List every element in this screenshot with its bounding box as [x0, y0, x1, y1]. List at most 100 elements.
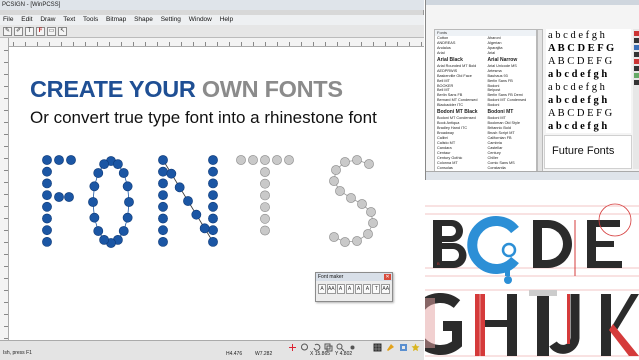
font-maker-button[interactable]: A — [318, 284, 326, 294]
stone-t — [260, 167, 270, 177]
ruler-tick — [349, 42, 350, 46]
tool-icon[interactable] — [634, 59, 639, 64]
menu-bitmap[interactable]: Bitmap — [103, 15, 129, 25]
ruler-tick — [4, 194, 8, 195]
paint-icon[interactable] — [386, 343, 395, 352]
stone-n — [208, 155, 218, 165]
stone-s — [346, 193, 356, 203]
font-maker-dialog: Font maker ✕ A AA A A A A T AA — [315, 272, 393, 302]
add-icon[interactable] — [288, 343, 297, 352]
stone-n — [158, 213, 168, 224]
font-list[interactable]: Fonts Cotton Aharoni ANDREAS Algerian Andalu… — [434, 29, 537, 180]
layers-icon[interactable] — [399, 343, 408, 352]
font-maker-button[interactable]: T — [372, 284, 381, 294]
glyph-row: a b c d e f g h — [548, 95, 608, 106]
stone-n — [208, 236, 218, 247]
menu-shape[interactable]: Shape — [131, 15, 156, 25]
stone-f — [42, 236, 52, 247]
stone-o — [118, 168, 129, 178]
stone-s — [340, 157, 350, 167]
stone-t — [260, 190, 270, 201]
font-maker-button[interactable]: AA — [381, 284, 390, 294]
ruler-tick — [277, 42, 278, 46]
stone-o — [124, 197, 134, 207]
glyph-row: a b c d e f g h — [548, 69, 608, 80]
font-icon[interactable]: F — [36, 27, 45, 36]
pencil-icon[interactable]: ✐ — [14, 27, 23, 36]
font-name: Arial Black — [437, 56, 463, 63]
stone-o — [89, 212, 100, 223]
stone-n — [158, 225, 168, 236]
font-maker-button[interactable]: A — [354, 284, 363, 294]
letter-design-artwork: B — [425, 180, 639, 360]
ruler-tick — [4, 218, 8, 219]
ruler-tick — [313, 42, 314, 46]
stone-n — [183, 196, 193, 206]
font-maker-button[interactable]: A — [363, 284, 372, 294]
menu-tools[interactable]: Tools — [80, 15, 101, 25]
menu-file[interactable]: File — [0, 15, 16, 25]
tool-icon[interactable] — [634, 80, 639, 85]
menu-setting[interactable]: Setting — [158, 15, 184, 25]
rotate-icon[interactable] — [312, 343, 321, 352]
font-maker-button[interactable]: AA — [326, 284, 336, 294]
lasso-icon[interactable] — [300, 343, 309, 352]
stone-n — [208, 213, 218, 224]
tool-icon[interactable] — [634, 73, 639, 78]
stone-f — [42, 213, 52, 224]
tool-icon[interactable] — [634, 31, 639, 36]
copy-icon[interactable] — [324, 343, 333, 352]
letter-c — [467, 216, 519, 284]
ruler-tick — [289, 42, 290, 46]
close-icon[interactable]: ✕ — [384, 274, 391, 280]
ruler-tick — [73, 42, 74, 46]
stone-o — [93, 168, 104, 178]
arrow-icon[interactable]: ↖ — [58, 27, 67, 36]
ruler-tick — [145, 42, 146, 46]
font-sample-box: Future Fonts — [544, 135, 632, 169]
design-canvas[interactable]: CREATE YOUR OWN FONTS Or convert true ty… — [9, 47, 424, 340]
font-list-scrollbar[interactable] — [537, 29, 543, 180]
stone-n — [208, 190, 218, 200]
tool-icon[interactable] — [634, 52, 639, 57]
font-maker-button[interactable]: A — [336, 284, 345, 294]
font-maker-button[interactable]: A — [345, 284, 354, 294]
node-icon[interactable] — [348, 343, 357, 352]
stone-f — [64, 192, 74, 202]
grid-icon[interactable] — [373, 343, 382, 352]
ruler-tick — [4, 290, 8, 291]
ruler-tick — [4, 302, 8, 303]
pen-icon[interactable]: ✎ — [3, 27, 12, 36]
star-icon[interactable] — [411, 343, 420, 352]
ruler-tick — [217, 42, 218, 46]
font-list-item[interactable]: Bodoni MT Black Bodoni MT — [435, 108, 536, 116]
ruler-tick — [61, 42, 62, 46]
menu-draw[interactable]: Draw — [37, 15, 58, 25]
tool-icon[interactable] — [634, 66, 639, 71]
ruler-tick — [4, 62, 8, 63]
ruler-tick — [4, 230, 8, 231]
letter-b-label: B — [437, 261, 440, 266]
stone-s — [329, 232, 339, 242]
letter-g — [425, 293, 462, 355]
stone-t — [260, 202, 270, 212]
magnify-icon[interactable] — [336, 343, 345, 352]
font-list-item[interactable]: Arial Black Arial Narrow — [435, 56, 536, 64]
menu-help[interactable]: Help — [217, 15, 236, 25]
tool-icon[interactable] — [634, 38, 639, 43]
ruler-tick — [85, 42, 86, 46]
menu-window[interactable]: Window — [186, 15, 215, 25]
font-maker-title: Font maker — [318, 274, 344, 280]
text-icon[interactable]: T — [25, 27, 34, 36]
tool-icon[interactable] — [634, 45, 639, 50]
ruler-tick — [265, 42, 266, 46]
menu-text[interactable]: Text — [60, 15, 78, 25]
stone-n — [158, 201, 168, 212]
ruler-tick — [4, 242, 8, 243]
status-bar: Ish, press F1 H4.476 W7.282 X 15.865 Y 4… — [0, 340, 424, 360]
menu-edit[interactable]: Edit — [18, 15, 35, 25]
stone-f — [54, 192, 64, 202]
ruler-tick — [193, 42, 194, 46]
ruler-tick — [97, 42, 98, 46]
select-icon[interactable]: ▭ — [47, 27, 56, 36]
